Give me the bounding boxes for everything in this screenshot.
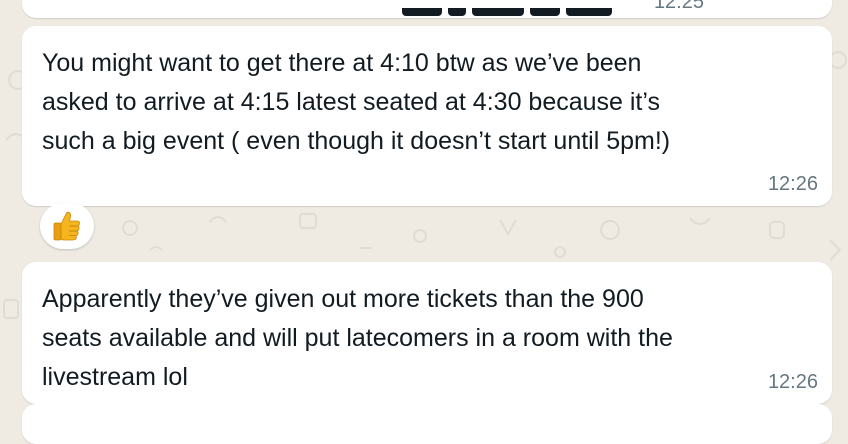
message-text: You might want to get there at 4:10 btw … bbox=[42, 49, 671, 155]
message-bubble[interactable]: You might want to get there at 4:10 btw … bbox=[22, 26, 832, 206]
message-bubble[interactable]: Apparently they’ve given out more ticket… bbox=[22, 262, 832, 404]
thumbs-up-icon bbox=[53, 211, 80, 241]
previous-message-text-fragment bbox=[402, 8, 634, 16]
next-message-bubble[interactable] bbox=[22, 404, 832, 444]
message-timestamp: 12:26 bbox=[767, 371, 818, 393]
message-timestamp: 12:25 bbox=[653, 0, 704, 13]
message-reaction[interactable] bbox=[40, 203, 94, 249]
message-timestamp: 12:26 bbox=[767, 173, 818, 195]
message-text: Apparently they’ve given out more ticket… bbox=[42, 285, 673, 391]
previous-message-bubble[interactable]: 12:25 bbox=[22, 0, 832, 18]
